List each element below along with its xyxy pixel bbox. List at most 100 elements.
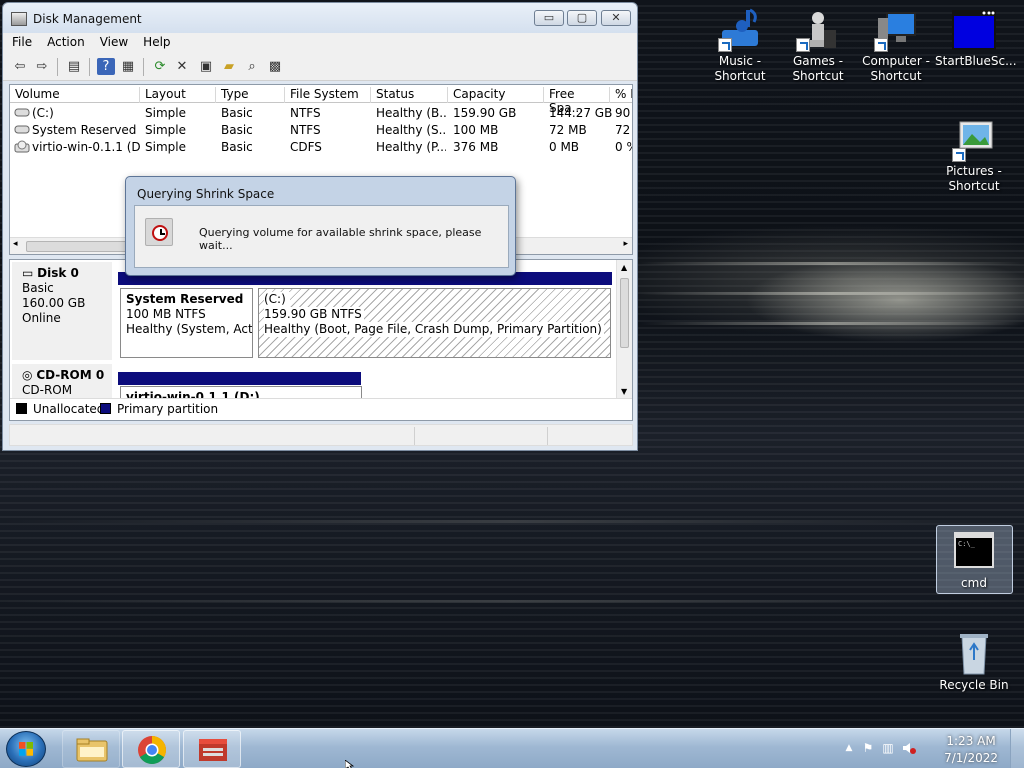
desktop-icon-label: Shortcut <box>870 69 922 83</box>
volume-list-header: Volume Layout Type File System Status Ca… <box>10 85 632 115</box>
pictures-icon <box>950 118 998 162</box>
desktop-icon-pictures-shortcut[interactable]: Pictures - Shortcut <box>935 118 1013 194</box>
column-header-free-space[interactable]: Free Spa... <box>543 87 609 115</box>
search-icon[interactable]: ⌕ <box>243 58 261 75</box>
status-separator <box>547 427 548 445</box>
menu-file[interactable]: File <box>3 33 38 49</box>
forward-icon[interactable]: ⇨ <box>33 58 51 75</box>
scroll-up-icon[interactable]: ▲ <box>621 263 627 272</box>
taskbar-explorer-button[interactable] <box>62 730 120 768</box>
disk-management-icon <box>11 12 27 26</box>
scrollbar-thumb[interactable] <box>620 278 629 348</box>
maximize-button[interactable]: ▢ <box>567 10 597 26</box>
delete-icon[interactable]: ✕ <box>173 58 191 75</box>
disk-layout-pane[interactable]: ▭ Disk 0 Basic 160.00 GB Online System R… <box>9 259 633 421</box>
chrome-icon <box>138 736 166 764</box>
cell-free-space: 144.27 GB <box>549 106 613 120</box>
cell-layout: Simple <box>145 106 186 120</box>
column-header-status[interactable]: Status <box>370 87 447 103</box>
desktop-icon-label: Pictures - <box>946 164 1002 178</box>
disk-size: 160.00 GB <box>22 296 86 310</box>
column-header-file-system[interactable]: File System <box>284 87 370 103</box>
legend: Unallocated Primary partition <box>10 398 632 420</box>
show-hidden-icons-icon[interactable]: ▲ <box>842 741 856 755</box>
network-icon[interactable]: ▥ <box>881 741 895 755</box>
volume-muted-icon[interactable] <box>902 741 916 755</box>
toolbar-separator <box>143 58 144 76</box>
column-header-percent-free[interactable]: % F <box>609 87 632 103</box>
menu-help[interactable]: Help <box>134 33 176 49</box>
desktop-icon-cmd[interactable]: C:\_ cmd <box>935 530 1013 591</box>
scrollbar-thumb[interactable] <box>26 241 136 252</box>
computer-icon <box>872 8 920 52</box>
start-button[interactable] <box>6 731 46 767</box>
desktop-icon-music-shortcut[interactable]: Music - Shortcut <box>701 8 779 84</box>
close-button[interactable]: ✕ <box>601 10 631 26</box>
shortcut-arrow-icon <box>952 148 966 162</box>
cell-volume: virtio-win-0.1.1 (D:) <box>32 140 140 154</box>
desktop-icon-label: cmd <box>961 576 987 590</box>
wallpaper-streak <box>640 322 1024 325</box>
music-icon <box>716 8 764 52</box>
menu-view[interactable]: View <box>91 33 134 49</box>
column-header-layout[interactable]: Layout <box>139 87 215 103</box>
dialog-title: Querying Shrink Space <box>137 187 275 201</box>
menu-bar: File Action View Help <box>3 33 637 53</box>
refresh-icon[interactable]: ⟳ <box>151 58 169 75</box>
vertical-scrollbar[interactable]: ▲ ▼ <box>616 260 632 398</box>
menu-action[interactable]: Action <box>38 33 91 49</box>
cdrom-0-label[interactable]: ◎ CD-ROM 0 CD-ROM <box>12 364 112 398</box>
scroll-down-icon[interactable]: ▼ <box>621 387 627 396</box>
disk-0-label[interactable]: ▭ Disk 0 Basic 160.00 GB Online <box>12 262 112 360</box>
svg-text:C:\_: C:\_ <box>958 540 976 548</box>
show-desktop-button[interactable] <box>1010 729 1024 768</box>
column-header-type[interactable]: Type <box>215 87 284 103</box>
scroll-right-icon[interactable]: ▸ <box>623 239 628 249</box>
column-header-capacity[interactable]: Capacity <box>447 87 543 103</box>
table-row[interactable]: System Reserved Simple Basic NTFS Health… <box>10 122 632 139</box>
table-row[interactable]: virtio-win-0.1.1 (D:) Simple Basic CDFS … <box>10 139 632 156</box>
drive-icon <box>14 106 30 121</box>
dialog-body: Querying volume for available shrink spa… <box>134 205 509 268</box>
partition-bar <box>118 372 361 385</box>
desktop-icon-label: Recycle Bin <box>939 678 1009 692</box>
open-icon[interactable]: ▰ <box>220 58 238 75</box>
back-icon[interactable]: ⇦ <box>11 58 29 75</box>
wallpaper-streak <box>640 262 1024 265</box>
desktop-icon-recycle-bin[interactable]: Recycle Bin <box>935 632 1013 693</box>
action-center-flag-icon[interactable]: ⚑ <box>861 741 875 755</box>
taskbar-disk-management-button[interactable] <box>183 730 241 768</box>
properties-icon[interactable]: ▦ <box>119 58 137 75</box>
partition-system-reserved[interactable]: System Reserved 100 MB NTFS Healthy (Sys… <box>120 288 253 358</box>
minimize-button[interactable]: ▭ <box>534 10 564 26</box>
taskbar-chrome-button[interactable] <box>122 730 180 768</box>
desktop-icon-computer-shortcut[interactable]: Computer - Shortcut <box>857 8 935 84</box>
cell-status: Healthy (S... <box>376 123 446 137</box>
partition-c-drive[interactable]: (C:) 159.90 GB NTFS Healthy (Boot, Page … <box>258 288 611 358</box>
cell-layout: Simple <box>145 123 186 137</box>
clock[interactable]: 1:23 AM 7/1/2022 <box>944 733 998 767</box>
cell-file-system: NTFS <box>290 106 321 120</box>
desktop-icon-label: Shortcut <box>714 69 766 83</box>
help-icon[interactable]: ? <box>97 58 115 75</box>
drive-icon <box>14 123 30 138</box>
partition-size: 159.90 GB NTFS <box>264 307 364 322</box>
system-tray: ▲ ⚑ ▥ 1:23 AM 7/1/2022 <box>834 729 1024 768</box>
cell-percent-free: 72 <box>615 123 631 137</box>
table-row[interactable]: (C:) Simple Basic NTFS Healthy (B... 159… <box>10 105 632 122</box>
desktop-icon-games-shortcut[interactable]: Games - Shortcut <box>779 8 857 84</box>
scroll-left-icon[interactable]: ◂ <box>13 239 18 249</box>
disk-icon: ▭ <box>22 266 34 280</box>
settings-icon[interactable]: ▩ <box>266 58 284 75</box>
cell-percent-free: 0 % <box>615 140 632 154</box>
toolbar-separator <box>57 58 58 76</box>
column-header-volume[interactable]: Volume <box>10 87 139 103</box>
new-icon[interactable]: ▣ <box>197 58 215 75</box>
explorer-icon <box>76 738 108 762</box>
cd-drive-icon <box>14 140 30 157</box>
show-hide-console-tree-icon[interactable]: ▤ <box>65 58 83 75</box>
cell-capacity: 100 MB <box>453 123 499 137</box>
window-titlebar[interactable]: Disk Management ▭ ▢ ✕ <box>3 3 637 35</box>
disk-type: Basic <box>22 281 54 295</box>
desktop-icon-startbluescreen[interactable]: StartBlueSc... <box>935 8 1017 69</box>
